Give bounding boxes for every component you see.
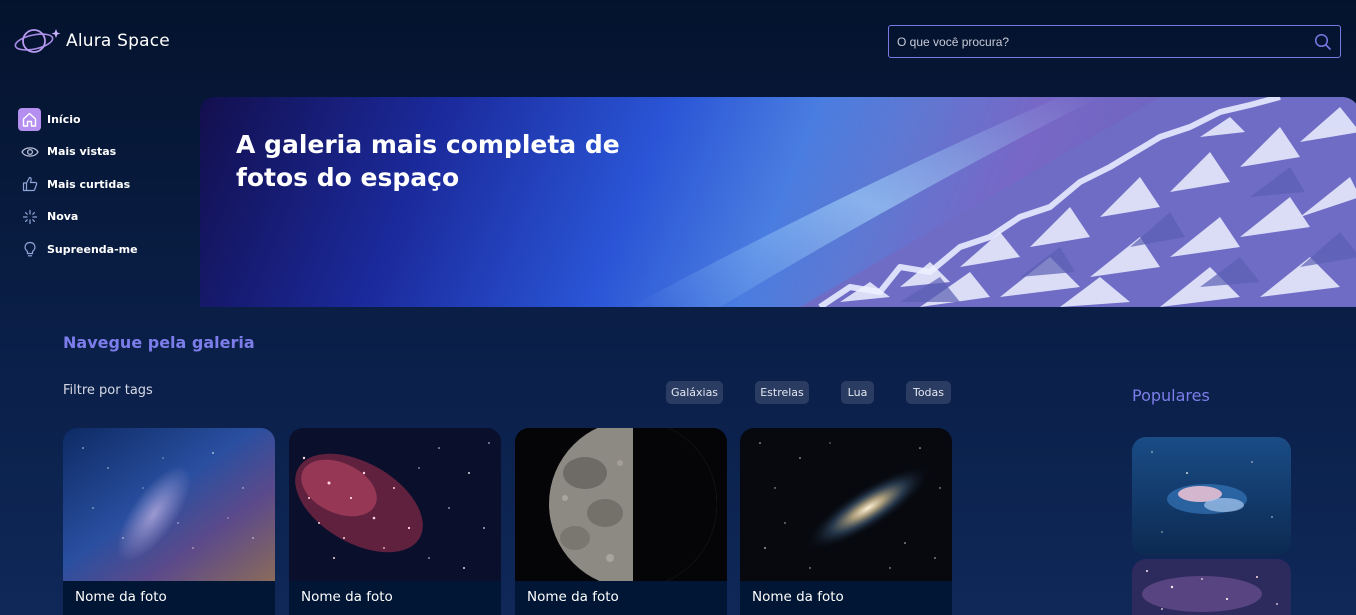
nebula-cloud-image bbox=[1132, 437, 1291, 555]
filter-label: Filtre por tags bbox=[63, 383, 153, 398]
sidebar-item-label: Mais vistas bbox=[47, 145, 117, 158]
popular-photo[interactable] bbox=[1132, 437, 1291, 555]
sidebar-item-nova[interactable]: Nova bbox=[18, 206, 188, 228]
photo-name: Nome da foto bbox=[75, 589, 167, 605]
popular-title: Populares bbox=[1132, 386, 1210, 405]
photo-name: Nome da foto bbox=[527, 589, 619, 605]
tag-todas[interactable]: Todas bbox=[906, 381, 951, 404]
popular-photo[interactable] bbox=[1132, 559, 1291, 615]
banner-title: A galeria mais completa de fotos do espa… bbox=[236, 130, 620, 192]
sidebar-item-label: Nova bbox=[47, 210, 79, 223]
sidebar: Início Mais vistas Mais curtidas Nova Su… bbox=[18, 107, 188, 271]
sidebar-item-label: Supreenda-me bbox=[47, 242, 138, 256]
sidebar-item-mais-vistas[interactable]: Mais vistas bbox=[18, 141, 188, 163]
logo[interactable]: Alura Space bbox=[14, 24, 170, 58]
search-input[interactable] bbox=[897, 34, 1314, 49]
hero-banner: A galeria mais completa de fotos do espa… bbox=[200, 97, 1356, 307]
photo-card[interactable]: Nome da foto bbox=[740, 428, 952, 615]
tag-galaxias[interactable]: Galáxias bbox=[666, 381, 723, 404]
sidebar-item-surpreenda-me[interactable]: Supreenda-me bbox=[18, 238, 188, 260]
header: Alura Space bbox=[0, 0, 1356, 90]
andromeda-galaxy-image bbox=[740, 428, 952, 581]
search-icon[interactable] bbox=[1314, 33, 1332, 51]
sidebar-item-mais-curtidas[interactable]: Mais curtidas bbox=[18, 173, 188, 195]
sidebar-item-label: Início bbox=[47, 112, 81, 126]
star-cluster-image bbox=[289, 428, 501, 581]
moon-image bbox=[515, 428, 727, 581]
search-box[interactable] bbox=[888, 25, 1341, 58]
sparkle-icon bbox=[18, 205, 41, 228]
milky-way-image bbox=[63, 428, 275, 581]
planet-logo-icon bbox=[14, 29, 61, 53]
home-icon bbox=[18, 107, 41, 131]
star-field-image bbox=[1132, 559, 1291, 615]
thumbs-up-icon bbox=[18, 173, 41, 196]
photo-name: Nome da foto bbox=[301, 589, 393, 605]
photo-card[interactable]: Nome da foto bbox=[63, 428, 275, 615]
gallery-title: Navegue pela galeria bbox=[63, 333, 255, 352]
photo-card[interactable]: Nome da foto bbox=[289, 428, 501, 615]
sidebar-item-label: Mais curtidas bbox=[47, 177, 131, 191]
photo-card[interactable]: Nome da foto bbox=[515, 428, 727, 615]
logo-text: Alura Space bbox=[66, 31, 170, 51]
lightbulb-icon bbox=[18, 238, 41, 261]
photo-name: Nome da foto bbox=[752, 589, 844, 605]
sidebar-item-inicio[interactable]: Início bbox=[18, 107, 188, 131]
tag-estrelas[interactable]: Estrelas bbox=[755, 381, 809, 404]
tag-lua[interactable]: Lua bbox=[841, 381, 874, 404]
eye-icon bbox=[18, 140, 41, 163]
